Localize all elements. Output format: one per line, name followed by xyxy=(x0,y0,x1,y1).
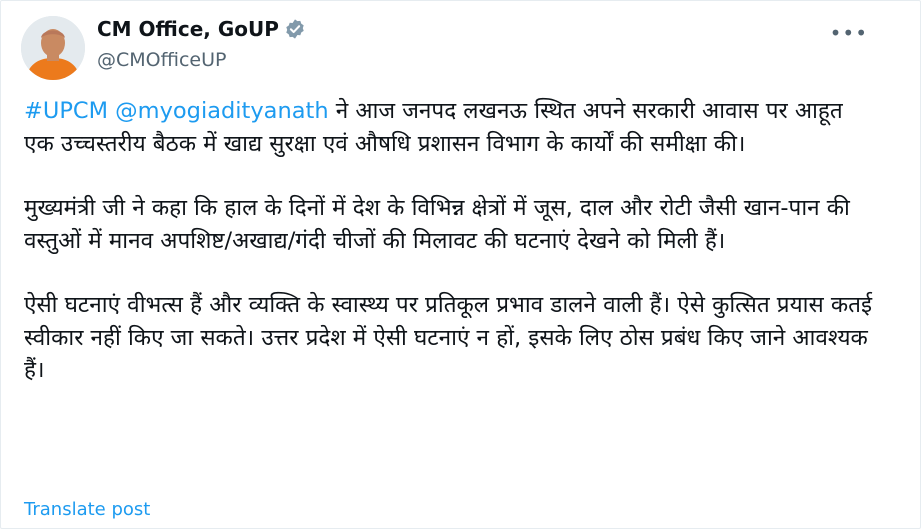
avatar[interactable] xyxy=(21,16,85,80)
tweet-paragraph-1: #UPCM @myogiadityanath ने आज जनपद लखनऊ स… xyxy=(24,95,874,160)
mention-link[interactable]: @myogiadityanath xyxy=(115,98,328,124)
verified-badge-icon xyxy=(286,19,304,39)
tweet-card: CM Office, GoUP @CMOfficeUP ••• #UPCM @m… xyxy=(0,0,921,529)
avatar-image xyxy=(21,16,85,80)
tweet-paragraph-3: ऐसी घटनाएं वीभत्स हैं और व्यक्ति के स्वा… xyxy=(24,292,872,383)
more-options-icon[interactable]: ••• xyxy=(830,21,868,45)
author-display-name[interactable]: CM Office, GoUP xyxy=(97,17,279,41)
tweet-text: #UPCM @myogiadityanath ने आज जनपद लखनऊ स… xyxy=(24,95,874,419)
author-handle[interactable]: @CMOfficeUP xyxy=(97,49,226,71)
hashtag-link[interactable]: #UPCM xyxy=(24,98,108,124)
translate-post-link[interactable]: Translate post xyxy=(24,499,150,520)
author-name-row: CM Office, GoUP xyxy=(97,17,306,41)
tweet-paragraph-2: मुख्यमंत्री जी ने कहा कि हाल के दिनों मे… xyxy=(24,195,850,254)
